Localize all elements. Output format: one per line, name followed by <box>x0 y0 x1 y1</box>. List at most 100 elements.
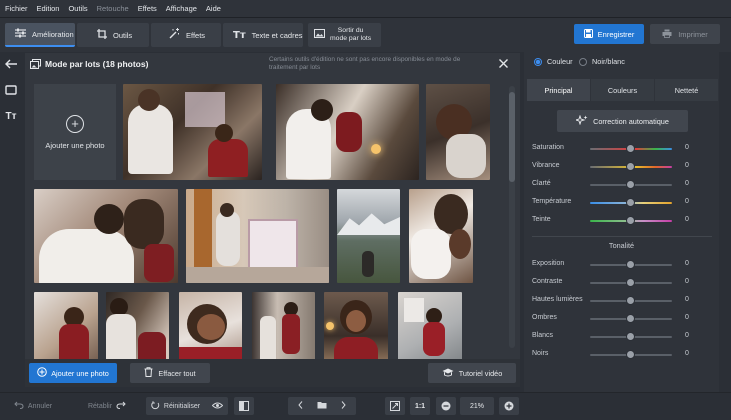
slider-knob[interactable] <box>626 314 635 323</box>
photo-thumbnail[interactable] <box>426 84 490 180</box>
zoom-in-icon[interactable] <box>499 397 519 415</box>
adjustments-panel: Couleur Noir/blanc Principal Couleurs Ne… <box>524 52 719 392</box>
slider-knob[interactable] <box>626 278 635 287</box>
scrollbar-thumb[interactable] <box>509 92 515 182</box>
tab-nettete[interactable]: Netteté <box>655 79 718 101</box>
photo-thumbnail[interactable] <box>186 189 329 283</box>
slider-label: Noirs <box>532 350 549 357</box>
fit-screen-icon[interactable] <box>385 397 405 415</box>
photo-thumbnail[interactable] <box>34 189 178 283</box>
slider-teinte[interactable]: Teinte 0 <box>532 215 718 227</box>
bottom-bar: Annuler Rétablir Réinitialiser 1:1 21% <box>0 392 731 420</box>
slider-knob[interactable] <box>626 216 635 225</box>
menu-aide[interactable]: Aide <box>206 4 221 13</box>
menu-fichier[interactable]: Fichier <box>5 4 28 13</box>
batch-note: Certains outils d'édition ne sont pas en… <box>269 56 461 71</box>
menu-affichage[interactable]: Affichage <box>166 4 197 13</box>
clear-all-label: Effacer tout <box>158 368 196 378</box>
auto-correct-button[interactable]: Correction automatique <box>557 110 688 132</box>
slider-label: Teinte <box>532 216 551 223</box>
clear-all-button[interactable]: Effacer tout <box>130 363 210 383</box>
close-icon[interactable] <box>499 57 508 71</box>
slider-knob[interactable] <box>626 296 635 305</box>
photo-thumbnail[interactable] <box>276 84 419 180</box>
slider-value: 0 <box>685 350 689 357</box>
tab-texte-cadres[interactable]: Tт Texte et cadres <box>223 23 303 47</box>
slider-exposition[interactable]: Exposition 0 <box>532 259 718 271</box>
slider-vibrance[interactable]: Vibrance 0 <box>532 161 718 173</box>
menu-effets[interactable]: Effets <box>138 4 157 13</box>
bw-mode-radio[interactable]: Noir/blanc <box>579 57 625 66</box>
divider <box>532 236 712 237</box>
actual-size-button[interactable]: 1:1 <box>410 397 430 415</box>
eye-icon[interactable] <box>211 402 224 411</box>
menu-edition[interactable]: Edition <box>37 4 60 13</box>
slider-ombres[interactable]: Ombres 0 <box>532 313 718 325</box>
slider-value: 0 <box>685 332 689 339</box>
slider-value: 0 <box>685 162 689 169</box>
tab-outils[interactable]: Outils <box>77 23 149 47</box>
add-photo-tile[interactable]: + Ajouter une photo <box>34 84 116 180</box>
auto-correct-label: Correction automatique <box>593 116 669 126</box>
tab-couleurs[interactable]: Couleurs <box>591 79 654 101</box>
photo-thumbnail[interactable] <box>123 84 262 180</box>
tutorial-video-button[interactable]: Tutoriel vidéo <box>428 363 516 383</box>
slider-hautes-lumieres[interactable]: Hautes lumières 0 <box>532 295 718 307</box>
image-icon <box>314 29 325 41</box>
slider-value: 0 <box>685 314 689 321</box>
slider-saturation[interactable]: Saturation 0 <box>532 143 718 155</box>
tab-effets-label: Effets <box>186 30 206 40</box>
slider-temperature[interactable]: Température 0 <box>532 197 718 209</box>
redo-button[interactable]: Rétablir <box>80 397 134 415</box>
add-photo-button[interactable]: Ajouter une photo <box>29 363 117 383</box>
left-rail: Tт <box>0 52 22 392</box>
printer-icon <box>662 29 672 40</box>
undo-button[interactable]: Annuler <box>8 397 58 415</box>
slider-knob[interactable] <box>626 260 635 269</box>
radio-selected-icon <box>534 57 542 66</box>
slider-blancs[interactable]: Blancs 0 <box>532 331 718 343</box>
compare-icon[interactable] <box>234 397 254 415</box>
frame-icon[interactable] <box>3 82 19 98</box>
slider-label: Clarté <box>532 180 551 187</box>
batch-title: Mode par lots (18 photos) <box>45 59 149 69</box>
slider-knob[interactable] <box>626 350 635 359</box>
slider-knob[interactable] <box>626 144 635 153</box>
reset-button[interactable]: Réinitialiser <box>146 397 228 415</box>
slider-contraste[interactable]: Contraste 0 <box>532 277 718 289</box>
slider-knob[interactable] <box>626 180 635 189</box>
slider-knob[interactable] <box>626 198 635 207</box>
save-label: Enregistrer <box>597 29 635 39</box>
slider-noirs[interactable]: Noirs 0 <box>532 349 718 361</box>
tab-principal[interactable]: Principal <box>527 79 590 101</box>
slider-knob[interactable] <box>626 162 635 171</box>
tab-texte-label: Texte et cadres <box>251 30 303 40</box>
text-tool-icon[interactable]: Tт <box>3 108 19 124</box>
undo-icon <box>14 401 24 411</box>
slider-value: 0 <box>685 180 689 187</box>
color-mode-label: Couleur <box>547 57 573 66</box>
chevron-left-icon[interactable] <box>298 401 303 411</box>
tab-amelioration[interactable]: Amélioration <box>5 23 75 47</box>
redo-label: Rétablir <box>87 402 113 410</box>
color-mode-radio[interactable]: Couleur <box>534 57 573 66</box>
zoom-out-icon[interactable] <box>436 397 456 415</box>
slider-clarte[interactable]: Clarté 0 <box>532 179 718 191</box>
photo-thumbnail[interactable] <box>409 189 473 283</box>
navigation-group <box>288 397 356 415</box>
photo-thumbnail[interactable] <box>337 189 400 283</box>
chevron-right-icon[interactable] <box>341 401 346 411</box>
slider-knob[interactable] <box>626 332 635 341</box>
folder-icon[interactable] <box>317 401 327 411</box>
tab-effets[interactable]: Effets <box>151 23 221 47</box>
menu-outils[interactable]: Outils <box>68 4 87 13</box>
zoom-value: 21% <box>460 397 494 415</box>
menu-retouche[interactable]: Retouche <box>97 4 129 13</box>
print-label: Imprimer <box>678 29 708 39</box>
save-button[interactable]: Enregistrer <box>574 24 644 44</box>
back-arrow-icon[interactable] <box>3 56 19 72</box>
exit-batch-button[interactable]: Sortir du mode par lots <box>308 23 381 47</box>
print-button[interactable]: Imprimer <box>650 24 720 44</box>
grid-scrollbar[interactable] <box>509 86 515 348</box>
magic-wand-icon <box>169 28 180 42</box>
